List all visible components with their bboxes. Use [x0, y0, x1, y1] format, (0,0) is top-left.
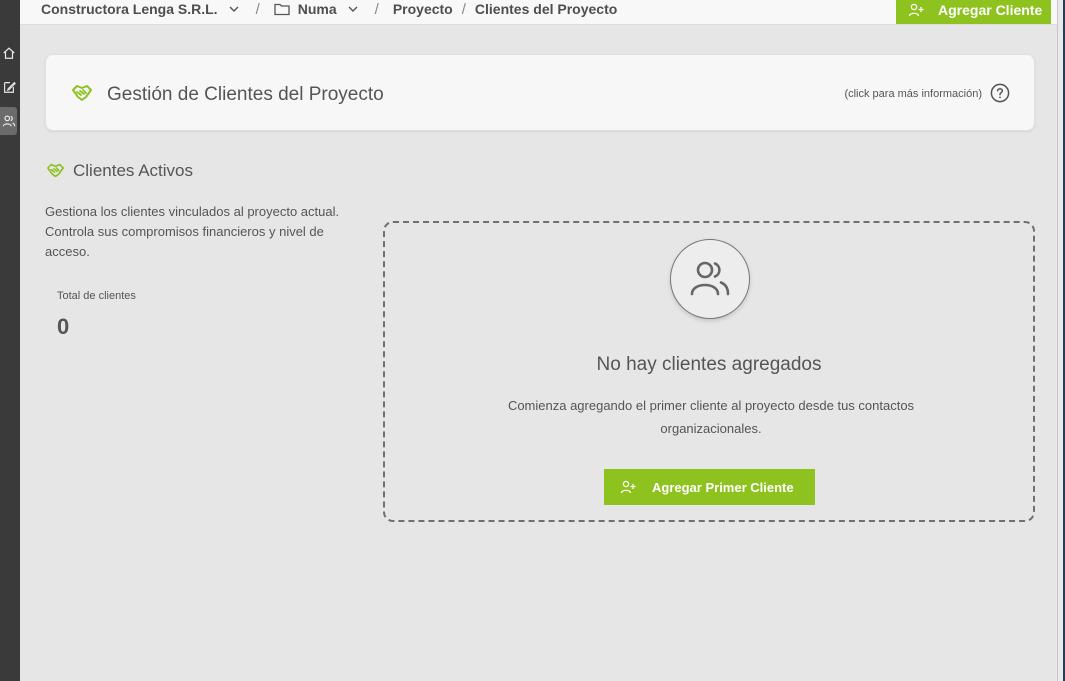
breadcrumb-folder[interactable]: Numa [274, 1, 359, 17]
breadcrumb-organization[interactable]: Constructora Lenga S.R.L. [41, 1, 240, 17]
breadcrumb-folder-label: Numa [297, 1, 337, 17]
section-title: Clientes Activos [73, 161, 193, 180]
users-icon [690, 261, 730, 296]
breadcrumb-current: Clientes del Proyecto [475, 1, 617, 17]
total-clients-value: 0 [57, 314, 70, 339]
empty-state-text: Comienza agregando el primer cliente al … [507, 398, 915, 436]
section-description: Gestiona los clientes vinculados al proy… [45, 204, 340, 259]
handshake-icon [72, 85, 92, 101]
help-icon[interactable] [990, 83, 1010, 103]
page-header-card: Gestión de Clientes del Proyecto (click … [45, 54, 1035, 131]
sidebar-item-edit[interactable] [0, 73, 17, 101]
folder-icon [274, 3, 290, 16]
user-plus-icon [908, 3, 924, 17]
chevron-down-icon [348, 6, 358, 12]
sidebar-item-home[interactable] [0, 39, 17, 67]
breadcrumb: Constructora Lenga S.R.L. / Numa / Proye… [41, 0, 617, 18]
page-title: Gestión de Clientes del Proyecto [107, 84, 384, 105]
add-first-client-button-label: Agregar Primer Cliente [652, 479, 794, 495]
breadcrumb-organization-label: Constructora Lenga S.R.L. [41, 1, 218, 17]
total-clients-label: Total de clientes [57, 290, 136, 302]
window-edge [1057, 0, 1065, 681]
home-icon [2, 47, 15, 59]
empty-state-title: No hay clientes agregados [596, 354, 822, 375]
breadcrumb-separator: / [255, 0, 260, 18]
more-info-link[interactable]: (click para más información) [844, 88, 982, 100]
breadcrumb-project-label: Proyecto [392, 1, 453, 17]
chevron-down-icon [229, 6, 239, 12]
edit-icon [3, 81, 16, 93]
breadcrumb-separator: / [374, 0, 379, 18]
empty-state-avatar [670, 239, 750, 319]
add-first-client-button[interactable]: Agregar Primer Cliente [604, 469, 815, 505]
breadcrumb-project[interactable]: Proyecto [393, 1, 453, 17]
app-sidebar [0, 0, 20, 681]
handshake-icon [47, 163, 64, 178]
users-icon [2, 115, 15, 127]
empty-state-panel: No hay clientes agregados Comienza agreg… [383, 221, 1035, 522]
top-bar: Constructora Lenga S.R.L. / Numa / Proye… [20, 0, 1057, 25]
add-client-button-label: Agregar Cliente [938, 2, 1043, 18]
sidebar-item-clients[interactable] [0, 107, 17, 135]
add-client-button[interactable]: Agregar Cliente [896, 0, 1051, 24]
user-plus-icon [620, 480, 636, 494]
breadcrumb-current-label: Clientes del Proyecto [474, 1, 618, 17]
breadcrumb-separator: / [461, 0, 466, 18]
